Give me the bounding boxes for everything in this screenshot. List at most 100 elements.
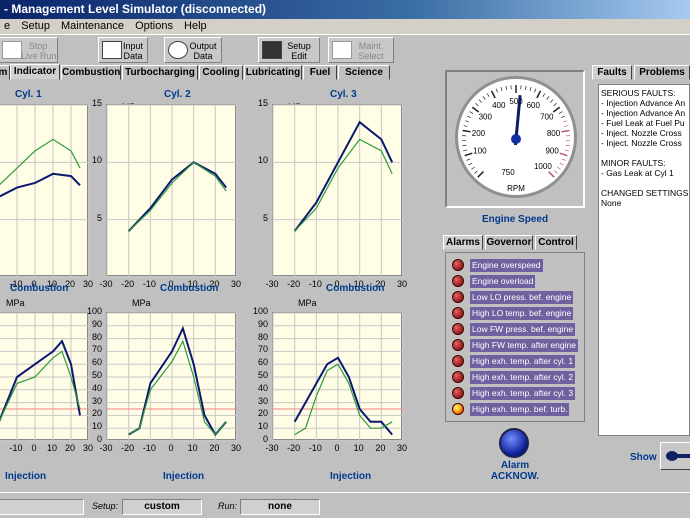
- gauge-tick: [469, 111, 474, 114]
- gauge-tick: [564, 125, 569, 127]
- fault-line: - Fuel Leak at Fuel Pu: [601, 118, 685, 128]
- series-line-1: [0, 172, 81, 198]
- status-bar: Setup: custom Run: none: [0, 492, 690, 518]
- y-tick-label: 10: [91, 155, 102, 166]
- chart-svg: [0, 312, 90, 442]
- gauge-tick: [565, 144, 570, 147]
- series-line-1: [127, 161, 227, 232]
- y-tick-label: 40: [91, 382, 102, 393]
- alarm-label: High exh. temp. after cyl. 1: [470, 355, 576, 368]
- run-label: Run:: [218, 501, 238, 511]
- alarm-row: High exh. temp. after cyl. 3: [450, 385, 584, 401]
- alarm-acknowledge-button[interactable]: [499, 428, 529, 458]
- gauge-tick: [536, 90, 542, 99]
- chart-svg: [0, 104, 90, 278]
- gauge-tick-label: 100: [473, 147, 487, 156]
- y-tick-label: 50: [257, 370, 268, 380]
- tab-fuel[interactable]: Fuel: [303, 65, 337, 80]
- alarm-row: High exh. temp. bef. turb.: [450, 401, 584, 417]
- x-tick-label: -30: [265, 443, 279, 453]
- setup-value: custom: [122, 499, 202, 515]
- alarm-row: Engine overspeed: [450, 257, 584, 273]
- chart-svg: [272, 312, 404, 442]
- y-tick-label: 10: [257, 155, 268, 166]
- gauge-tick-label: 800: [547, 129, 561, 138]
- y-tick-label: 90: [257, 318, 268, 329]
- gauge-tick: [553, 103, 557, 107]
- gauge-tick: [559, 152, 568, 157]
- series-line-2: [0, 350, 81, 422]
- fault-line: - Inject. Nozzle Cross: [601, 138, 682, 148]
- tab-science[interactable]: Science: [338, 65, 390, 80]
- gauge-tick: [486, 93, 490, 97]
- setup-edit-button[interactable]: Setup Edit: [258, 37, 320, 63]
- tab-lubricating[interactable]: Lubricating: [244, 65, 302, 80]
- chart-caption: Injection: [330, 471, 372, 482]
- tab-combustion[interactable]: Combustion: [61, 65, 121, 80]
- alarm-list: Engine overspeed Engine overload Low LO pr…: [445, 252, 585, 422]
- gauge-tick: [529, 87, 532, 92]
- x-tick-label: -30: [265, 279, 279, 289]
- gauge-tick-label: 700: [540, 113, 554, 122]
- menu-setup[interactable]: Setup: [17, 19, 54, 34]
- gauge-hub: [511, 134, 521, 144]
- fault-line: - Inject. Nozzle Cross: [601, 128, 682, 138]
- tab-control[interactable]: Control: [535, 235, 577, 250]
- input-data-icon: [102, 41, 122, 59]
- unit-label: MPa: [132, 298, 151, 308]
- chart-plot-area: [272, 312, 404, 442]
- alarm-row: High exh. temp. after cyl. 2: [450, 369, 584, 385]
- menu-help[interactable]: Help: [180, 19, 211, 34]
- maint-select-button[interactable]: Maint. Select: [328, 37, 394, 63]
- x-tick-label: -20: [287, 443, 301, 453]
- y-tick-label: 100: [252, 306, 268, 316]
- gauge-tick: [557, 166, 561, 170]
- x-tick-label: -20: [121, 279, 135, 289]
- x-tick-label: 0: [31, 443, 37, 453]
- chart-plot-area: [0, 104, 90, 278]
- x-tick-label: 10: [187, 443, 198, 453]
- gauge-tick: [466, 115, 471, 119]
- y-tick-label: 40: [257, 382, 268, 393]
- y-tick-label: 70: [257, 344, 268, 355]
- tab-system[interactable]: m: [0, 65, 10, 80]
- toolbar: Stop Live Run Input Data Output Data Set…: [0, 35, 690, 65]
- alarm-row: Low LO press. bef. engine: [450, 289, 584, 305]
- tab-problems[interactable]: Problems: [634, 65, 690, 80]
- x-tick-label: 30: [230, 279, 241, 289]
- alarm-led-icon: [452, 355, 464, 367]
- gauge-icon: [168, 41, 188, 59]
- chart-title: Cyl. 2: [164, 89, 191, 100]
- alarm-label: Low FW press. bef. engine: [470, 323, 576, 336]
- x-tick-label: -10: [142, 443, 156, 453]
- show-toggle-button[interactable]: [660, 442, 690, 470]
- menu-options[interactable]: Options: [131, 19, 177, 34]
- run-value: none: [240, 499, 320, 515]
- chart-svg: [272, 104, 404, 278]
- gauge-tick: [463, 125, 468, 127]
- menu-maintenance[interactable]: Maintenance: [57, 19, 128, 34]
- x-tick-label: 10: [353, 443, 364, 453]
- tab-turbocharging[interactable]: Turbocharging: [122, 65, 198, 80]
- tab-alarms[interactable]: Alarms: [443, 235, 483, 250]
- tab-governor[interactable]: Governor: [485, 235, 533, 250]
- gauge-tick-label: 600: [527, 101, 541, 110]
- x-tick-label: 30: [230, 443, 241, 453]
- input-data-button[interactable]: Input Data: [98, 37, 148, 63]
- key-shaft: [675, 454, 690, 458]
- show-label: Show: [630, 452, 657, 463]
- tab-faults[interactable]: Faults: [592, 65, 632, 80]
- x-tick-label: 0: [334, 443, 340, 453]
- fault-line: - Injection Advance An: [601, 108, 686, 118]
- output-data-button[interactable]: Output Data: [164, 37, 222, 63]
- tab-cooling[interactable]: Cooling: [199, 65, 243, 80]
- menu-file[interactable]: e: [0, 19, 14, 34]
- gauge-tick: [466, 158, 471, 161]
- status-field-main: [0, 499, 84, 515]
- alarm-acknowledge-label: Alarm ACKNOW.: [490, 460, 540, 482]
- y-tick-label: 20: [91, 408, 102, 419]
- gauge-tick-label: 1000: [534, 162, 552, 171]
- y-tick-label: 80: [91, 331, 102, 342]
- tab-indicator[interactable]: Indicator: [10, 64, 60, 80]
- stop-live-run-button[interactable]: Stop Live Run: [0, 37, 58, 63]
